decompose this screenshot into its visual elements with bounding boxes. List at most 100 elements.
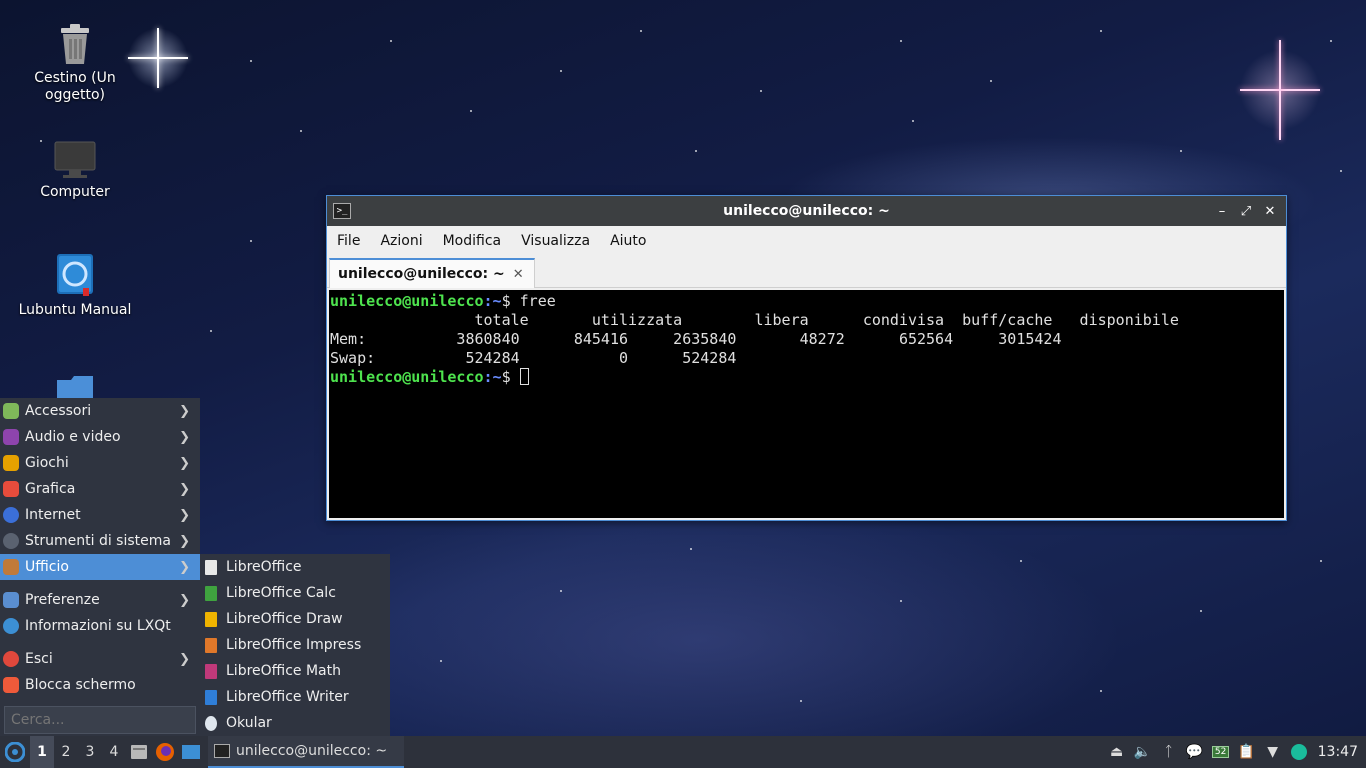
- desktop-launcher[interactable]: [178, 736, 204, 768]
- menu-separator: [0, 639, 200, 646]
- menu-modifica[interactable]: Modifica: [443, 233, 502, 249]
- taskbar-task-terminal[interactable]: unilecco@unilecco: ~: [208, 736, 404, 768]
- menu-item-label: Accessori: [25, 403, 92, 419]
- workspace-1[interactable]: 1: [30, 736, 54, 768]
- menu-item-internet[interactable]: Internet ❯: [0, 502, 200, 528]
- submenu-item-libreoffice[interactable]: LibreOffice: [200, 554, 390, 580]
- menu-item-strumenti-sistema[interactable]: Strumenti di sistema ❯: [0, 528, 200, 554]
- firefox-launcher[interactable]: [152, 736, 178, 768]
- file-manager-launcher[interactable]: [126, 736, 152, 768]
- menu-item-preferenze[interactable]: Preferenze ❯: [0, 587, 200, 613]
- submenu-item-calc[interactable]: LibreOffice Calc: [200, 580, 390, 606]
- workspace-4[interactable]: 4: [102, 736, 126, 768]
- chevron-right-icon: ❯: [179, 592, 190, 608]
- office-icon: [3, 559, 19, 575]
- submenu-item-label: LibreOffice: [226, 559, 302, 575]
- tab-label: unilecco@unilecco: ~: [338, 266, 505, 282]
- lock-icon: [3, 677, 19, 693]
- menu-item-label: Preferenze: [25, 592, 100, 608]
- submenu-item-impress[interactable]: LibreOffice Impress: [200, 632, 390, 658]
- prompt-path: :~: [483, 368, 502, 386]
- update-icon[interactable]: [1286, 736, 1312, 768]
- command-text: free: [519, 292, 556, 310]
- lubuntu-logo-icon: [5, 742, 25, 762]
- battery-icon[interactable]: 52: [1208, 736, 1234, 768]
- menu-azioni[interactable]: Azioni: [380, 233, 422, 249]
- chevron-right-icon: ❯: [179, 429, 190, 445]
- submenu-item-okular[interactable]: Okular: [200, 710, 390, 736]
- menu-item-giochi[interactable]: Giochi ❯: [0, 450, 200, 476]
- prompt-sign: $: [501, 292, 520, 310]
- maximize-button[interactable]: ⤢: [1236, 201, 1256, 221]
- eject-icon[interactable]: ⏏: [1104, 736, 1130, 768]
- trash-icon: [61, 24, 89, 64]
- submenu-item-writer[interactable]: LibreOffice Writer: [200, 684, 390, 710]
- desktop-icon-lubuntu-manual[interactable]: Lubuntu Manual: [15, 252, 135, 319]
- bluetooth-icon[interactable]: ᛏ: [1156, 736, 1182, 768]
- submenu-item-draw[interactable]: LibreOffice Draw: [200, 606, 390, 632]
- chevron-right-icon: ❯: [179, 651, 190, 667]
- menu-item-grafica[interactable]: Grafica ❯: [0, 476, 200, 502]
- manual-icon: [57, 254, 93, 296]
- show-desktop-icon: [182, 745, 200, 759]
- workspace-3[interactable]: 3: [78, 736, 102, 768]
- terminal-tab[interactable]: unilecco@unilecco: ~ ✕: [329, 258, 535, 288]
- submenu-item-math[interactable]: LibreOffice Math: [200, 658, 390, 684]
- writer-icon: [205, 689, 217, 705]
- math-icon: [205, 663, 217, 679]
- desktop-icon-computer[interactable]: Computer: [15, 140, 135, 201]
- system-tray: ⏏ 🔈 ᛏ 💬 52 📋 ▼ 13:47: [1104, 736, 1366, 768]
- volume-icon[interactable]: 🔈: [1130, 736, 1156, 768]
- menu-aiuto[interactable]: Aiuto: [610, 233, 646, 249]
- output-line: Swap: 524284 0 524284: [330, 349, 737, 367]
- menubar: File Azioni Modifica Visualizza Aiuto: [327, 226, 1286, 256]
- window-titlebar[interactable]: >_ unilecco@unilecco: ~ – ⤢ ✕: [327, 196, 1286, 226]
- close-tab-icon[interactable]: ✕: [513, 267, 524, 282]
- close-button[interactable]: ✕: [1260, 201, 1280, 221]
- window-title: unilecco@unilecco: ~: [723, 203, 890, 219]
- terminal-window[interactable]: >_ unilecco@unilecco: ~ – ⤢ ✕ File Azion…: [326, 195, 1287, 521]
- graphics-icon: [3, 481, 19, 497]
- chevron-right-icon: ❯: [179, 481, 190, 497]
- clipboard-icon[interactable]: 📋: [1234, 736, 1260, 768]
- workspace-2[interactable]: 2: [54, 736, 78, 768]
- menu-file[interactable]: File: [337, 233, 360, 249]
- menu-item-label: Giochi: [25, 455, 69, 471]
- draw-icon: [205, 611, 217, 627]
- prompt-sign: $: [501, 368, 520, 386]
- accessories-icon: [3, 403, 19, 419]
- menu-visualizza[interactable]: Visualizza: [521, 233, 590, 249]
- taskbar: 1 2 3 4 unilecco@unilecco: ~ ⏏ 🔈 ᛏ 💬 52 …: [0, 736, 1366, 768]
- preferences-icon: [3, 592, 19, 608]
- folder-icon: [57, 376, 93, 398]
- menu-item-label: Ufficio: [25, 559, 69, 575]
- wifi-icon[interactable]: ▼: [1260, 736, 1286, 768]
- output-line: totale utilizzata libera condivisa buff/…: [330, 311, 1179, 329]
- desktop-icon-label: Computer: [40, 184, 110, 200]
- menu-item-ufficio[interactable]: Ufficio ❯: [0, 554, 200, 580]
- chevron-right-icon: ❯: [179, 559, 190, 575]
- submenu-item-label: LibreOffice Writer: [226, 689, 349, 705]
- menu-item-esci[interactable]: Esci ❯: [0, 646, 200, 672]
- menu-separator: [0, 580, 200, 587]
- submenu-item-label: LibreOffice Draw: [226, 611, 343, 627]
- menu-search-input[interactable]: [4, 706, 196, 734]
- internet-icon: [3, 507, 19, 523]
- submenu-item-label: LibreOffice Impress: [226, 637, 362, 653]
- menu-item-accessori[interactable]: Accessori ❯: [0, 398, 200, 424]
- menu-item-info-lxqt[interactable]: Informazioni su LXQt: [0, 613, 200, 639]
- desktop-icon-trash[interactable]: Cestino (Un oggetto): [15, 22, 135, 104]
- menu-item-blocca-schermo[interactable]: Blocca schermo: [0, 672, 200, 698]
- terminal-output[interactable]: unilecco@unilecco:~$ free totale utilizz…: [329, 290, 1284, 518]
- minimize-button[interactable]: –: [1212, 201, 1232, 221]
- clock[interactable]: 13:47: [1312, 744, 1366, 760]
- power-icon: [3, 651, 19, 667]
- start-button[interactable]: [0, 736, 30, 768]
- prompt-path: :~: [483, 292, 502, 310]
- chevron-right-icon: ❯: [179, 533, 190, 549]
- notification-icon[interactable]: 💬: [1182, 736, 1208, 768]
- submenu-item-label: LibreOffice Math: [226, 663, 341, 679]
- terminal-icon: [214, 744, 230, 758]
- menu-item-audio-video[interactable]: Audio e video ❯: [0, 424, 200, 450]
- impress-icon: [205, 637, 217, 653]
